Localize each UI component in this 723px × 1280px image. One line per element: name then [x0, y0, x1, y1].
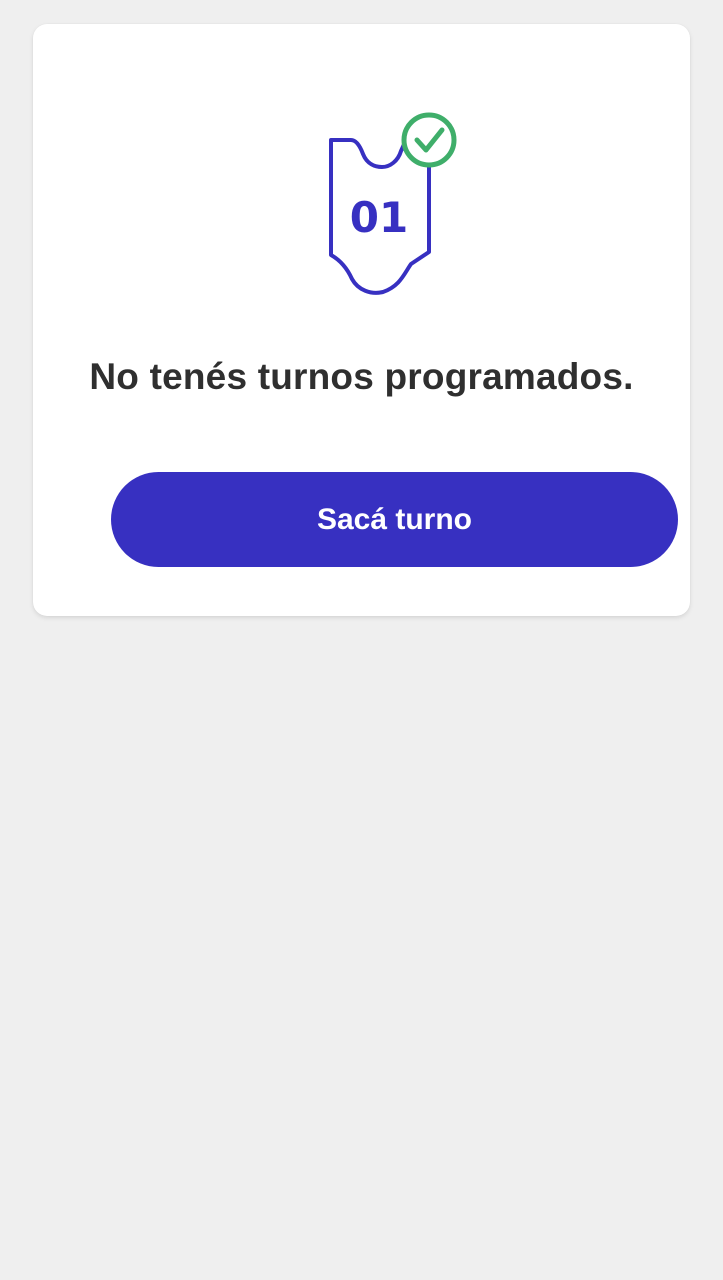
get-appointment-button[interactable]: Sacá turno [111, 472, 678, 567]
empty-appointments-card: 01 No tenés turnos programados. Sacá tur… [33, 24, 690, 616]
empty-state-message: No tenés turnos programados. [89, 356, 634, 397]
ticket-check-icon: 01 [329, 112, 457, 295]
check-badge-icon [401, 112, 457, 168]
ticket-number: 01 [350, 193, 408, 242]
